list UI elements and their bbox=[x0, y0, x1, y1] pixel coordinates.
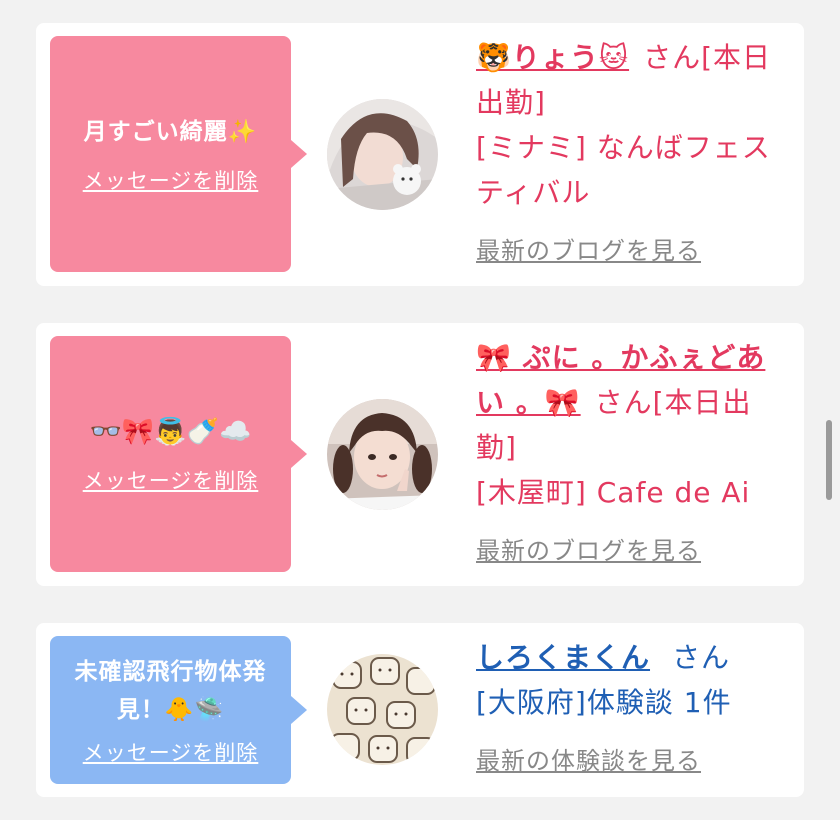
latest-blog-link[interactable]: 最新のブログを見る bbox=[476, 237, 701, 265]
shop-location: [ミナミ] なんばフェスティバル bbox=[476, 131, 771, 209]
message-bubble: 月すごい綺麗✨ メッセージを削除 bbox=[50, 36, 291, 272]
cast-info: 🐯りょう🐱 さん[本日出勤] [ミナミ] なんばフェスティバル 最新のブログを見る bbox=[476, 35, 792, 274]
scrollbar[interactable] bbox=[826, 420, 832, 500]
latest-review-link[interactable]: 最新の体験談を見る bbox=[476, 747, 701, 775]
delete-message-link[interactable]: メッセージを削除 bbox=[83, 737, 259, 767]
avatar[interactable] bbox=[327, 99, 438, 210]
message-bubble: 👓🎀👼🍼☁️ メッセージを削除 bbox=[50, 336, 291, 572]
cast-name-link[interactable]: しろくまくん bbox=[476, 641, 650, 674]
bubble-message-text: 未確認飛行物体発見！🐥🛸 bbox=[74, 659, 267, 723]
bubble-message-text: 👓🎀👼🍼☁️ bbox=[89, 417, 252, 447]
shop-location: [大阪府]体験談 1件 bbox=[476, 686, 732, 719]
avatar[interactable] bbox=[327, 654, 438, 765]
delete-message-link[interactable]: メッセージを削除 bbox=[83, 165, 259, 195]
message-list: 月すごい綺麗✨ メッセージを削除 🐯りょう🐱 さん[本日出勤] [ミナミ] なんば… bbox=[0, 0, 840, 820]
avatar[interactable] bbox=[327, 399, 438, 510]
cast-name-link[interactable]: 🐯りょう🐱 bbox=[476, 41, 629, 74]
cast-info: 🎀 ぷに 。かふぇどあい 。🎀 さん[本日出勤] [木屋町] Cafe de Ai… bbox=[476, 335, 792, 574]
delete-message-link[interactable]: メッセージを削除 bbox=[83, 465, 259, 495]
cast-status: さん bbox=[672, 641, 731, 674]
message-card: 月すごい綺麗✨ メッセージを削除 🐯りょう🐱 さん[本日出勤] [ミナミ] なんば… bbox=[36, 23, 804, 286]
shop-location: [木屋町] Cafe de Ai bbox=[476, 476, 751, 509]
message-card: 未確認飛行物体発見！🐥🛸 メッセージを削除 しろくまくん さん [大阪府]体験談… bbox=[36, 623, 804, 797]
bubble-message-text: 月すごい綺麗✨ bbox=[83, 119, 258, 145]
message-bubble: 未確認飛行物体発見！🐥🛸 メッセージを削除 bbox=[50, 636, 291, 784]
cast-info: しろくまくん さん [大阪府]体験談 1件 最新の体験談を見る bbox=[476, 635, 792, 784]
message-card: 👓🎀👼🍼☁️ メッセージを削除 🎀 ぷに 。かふぇどあい 。🎀 さん[本日出勤] … bbox=[36, 323, 804, 586]
latest-blog-link[interactable]: 最新のブログを見る bbox=[476, 537, 701, 565]
